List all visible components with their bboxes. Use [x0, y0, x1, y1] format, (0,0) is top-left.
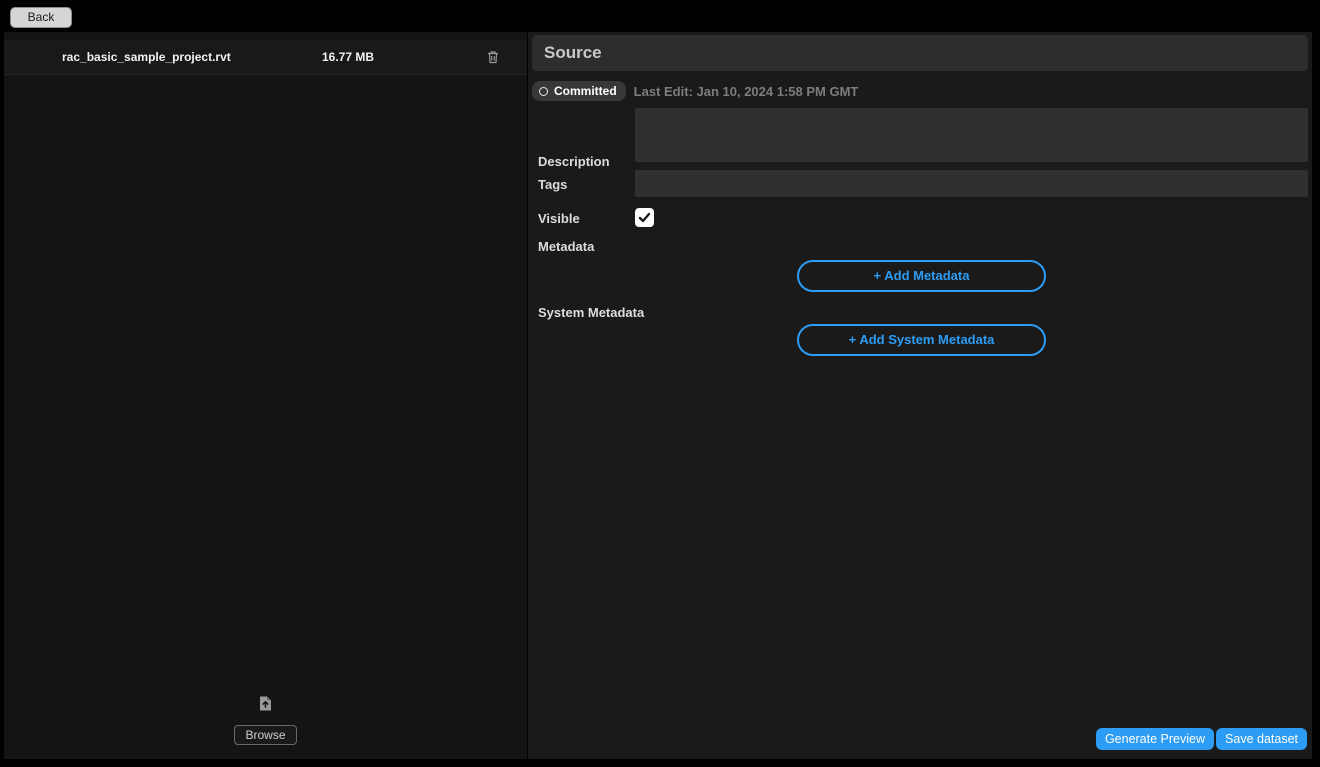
- delete-file-icon[interactable]: [485, 49, 501, 65]
- tags-label: Tags: [538, 177, 567, 192]
- description-label: Description: [538, 154, 610, 169]
- system-metadata-label: System Metadata: [538, 305, 644, 320]
- status-row: Committed Last Edit: Jan 10, 2024 1:58 P…: [532, 80, 858, 102]
- add-metadata-button[interactable]: + Add Metadata: [797, 260, 1046, 292]
- save-dataset-button[interactable]: Save dataset: [1216, 728, 1307, 750]
- generate-preview-button[interactable]: Generate Preview: [1096, 728, 1214, 750]
- file-name: rac_basic_sample_project.rvt: [62, 50, 231, 64]
- visible-label: Visible: [538, 211, 580, 226]
- source-panel: Source Committed Last Edit: Jan 10, 2024…: [528, 32, 1312, 759]
- status-badge: Committed: [532, 81, 626, 101]
- browse-button[interactable]: Browse: [234, 725, 296, 745]
- description-input[interactable]: [635, 108, 1308, 162]
- last-edit-text: Last Edit: Jan 10, 2024 1:58 PM GMT: [634, 84, 859, 99]
- file-size: 16.77 MB: [322, 50, 374, 64]
- tags-input[interactable]: [635, 170, 1308, 197]
- status-circle-icon: [539, 87, 548, 96]
- check-icon: [638, 211, 651, 224]
- back-button[interactable]: Back: [10, 7, 72, 28]
- file-list-panel: rac_basic_sample_project.rvt 16.77 MB Br…: [4, 32, 527, 759]
- status-label: Committed: [554, 84, 617, 98]
- file-upload-icon: [257, 695, 274, 717]
- metadata-label: Metadata: [538, 239, 594, 254]
- browse-area: Browse: [4, 695, 527, 745]
- file-row[interactable]: rac_basic_sample_project.rvt 16.77 MB: [4, 40, 527, 75]
- source-panel-title: Source: [532, 35, 1308, 71]
- visible-checkbox[interactable]: [635, 208, 654, 227]
- add-system-metadata-button[interactable]: + Add System Metadata: [797, 324, 1046, 356]
